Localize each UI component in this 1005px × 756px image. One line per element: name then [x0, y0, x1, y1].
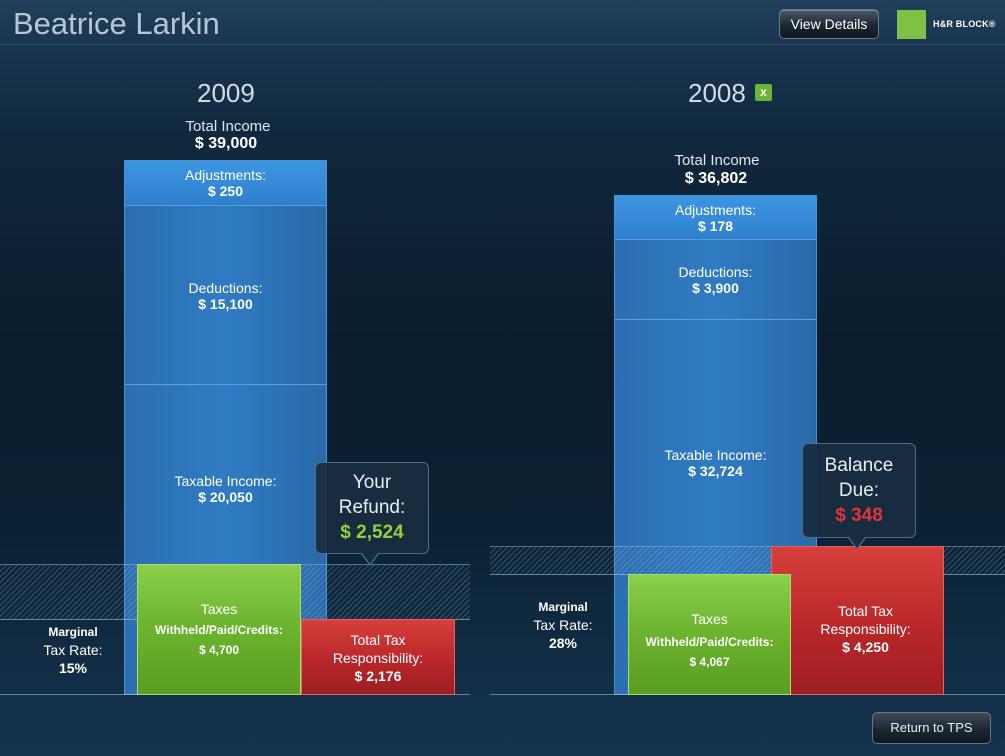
adjustments-label-2009: Adjustments:: [185, 167, 266, 183]
marginal-label-2009: Marginal: [48, 625, 98, 639]
client-name: Beatrice Larkin: [13, 6, 220, 41]
total-income-value-2008: $ 36,802: [684, 170, 748, 187]
refund-callout-2009: Your Refund: $ 2,524: [315, 462, 429, 554]
balance-callout-line2: Due:: [838, 480, 880, 501]
return-to-tps-button[interactable]: Return to TPS: [872, 712, 991, 744]
remove-year-x-icon[interactable]: x: [755, 84, 772, 101]
marginal-rate-2008: Marginal Tax Rate: 28%: [523, 598, 603, 652]
refund-callout-line1: Your: [352, 472, 392, 493]
total-income-label-2008: Total Income: [674, 152, 760, 169]
deductions-segment-2009[interactable]: Deductions: $ 15,100: [125, 206, 326, 385]
marginal-rate-2009: Marginal Tax Rate: 15%: [33, 623, 113, 677]
taxes-sublabel-2009: Withheld/Paid/Credits:: [155, 623, 283, 637]
deductions-segment-2008[interactable]: Deductions: $ 3,900: [615, 240, 816, 320]
total-tax-label-2008: Total Tax: [838, 603, 893, 619]
view-details-button[interactable]: View Details: [779, 9, 879, 39]
year-2008-title: 2008: [688, 78, 746, 108]
header-bar: Beatrice Larkin View Details H&R BLOCK®: [0, 0, 1005, 45]
total-tax-box-2008[interactable]: Total Tax Responsibility: $ 4,250: [771, 546, 944, 695]
total-tax-sublabel-2008: Responsibility:: [820, 621, 911, 637]
taxable-income-label-2009: Taxable Income:: [174, 473, 277, 489]
deductions-label-2009: Deductions:: [188, 280, 263, 296]
taxes-value-2009: $ 4,700: [198, 643, 240, 657]
marginal-rate-value-2009: 15%: [58, 660, 88, 676]
taxable-income-value-2009: $ 20,050: [198, 489, 253, 505]
total-income-label-2009: Total Income: [185, 118, 271, 135]
tax-rate-label-2008: Tax Rate:: [533, 617, 593, 633]
balance-callout-tail-inner: [849, 537, 865, 548]
refund-callout-line2: Refund:: [338, 497, 406, 518]
tax-rate-label-2009: Tax Rate:: [43, 642, 103, 658]
taxes-label-2008: Taxes: [691, 611, 728, 627]
deductions-value-2008: $ 3,900: [692, 280, 739, 296]
brand-text: H&R BLOCK®: [933, 19, 996, 29]
taxes-paid-box-2009[interactable]: Taxes Withheld/Paid/Credits: $ 4,700: [137, 564, 301, 695]
taxes-sublabel-2008: Withheld/Paid/Credits:: [645, 635, 774, 649]
balance-callout-line1: Balance: [824, 455, 894, 476]
refund-amount: $ 2,524: [340, 522, 404, 543]
refund-callout-tail-inner: [362, 553, 378, 564]
total-tax-box-2009[interactable]: Total Tax Responsibility: $ 2,176: [301, 619, 455, 695]
adjustments-value-2008: $ 178: [697, 218, 734, 234]
balance-due-amount: $ 348: [835, 505, 883, 526]
total-tax-value-2009: $ 2,176: [354, 668, 402, 684]
adjustments-value-2009: $ 250: [207, 183, 244, 199]
balance-due-callout-2008: Balance Due: $ 348: [802, 443, 916, 538]
taxable-income-label-2008: Taxable Income:: [664, 447, 767, 463]
adjustments-segment-2009[interactable]: Adjustments: $ 250: [125, 161, 326, 206]
total-tax-sublabel-2009: Responsibility:: [332, 650, 424, 666]
total-tax-value-2008: $ 4,250: [842, 639, 889, 655]
hr-block-logo-icon: [897, 10, 926, 39]
adjustments-segment-2008[interactable]: Adjustments: $ 178: [615, 196, 816, 240]
taxes-label-2009: Taxes: [200, 601, 238, 617]
total-income-value-2009: $ 39,000: [194, 135, 258, 152]
marginal-rate-value-2008: 28%: [548, 635, 578, 651]
taxes-value-2008: $ 4,067: [689, 655, 730, 669]
taxes-paid-box-2008[interactable]: Taxes Withheld/Paid/Credits: $ 4,067: [628, 574, 791, 695]
deductions-label-2008: Deductions:: [678, 264, 753, 280]
year-2009-title: 2009: [197, 78, 255, 108]
total-tax-label-2009: Total Tax: [350, 632, 406, 648]
deductions-value-2009: $ 15,100: [198, 296, 253, 312]
adjustments-label-2008: Adjustments:: [675, 202, 756, 218]
marginal-label-2008: Marginal: [538, 600, 588, 614]
taxable-income-value-2008: $ 32,724: [688, 463, 743, 479]
